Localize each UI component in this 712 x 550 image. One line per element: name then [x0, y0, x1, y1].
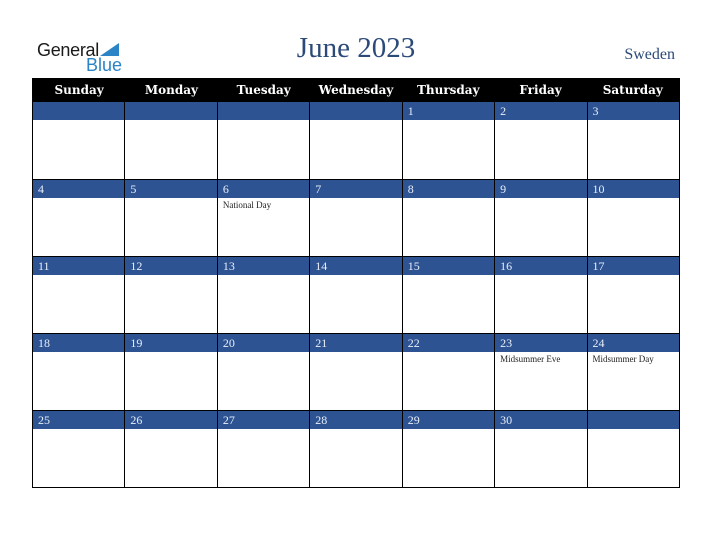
day-cell[interactable]: 15 — [402, 256, 496, 333]
weekday-tuesday: Tuesday — [236, 83, 291, 97]
week-row: 123 — [33, 102, 679, 179]
day-cell[interactable]: 22 — [402, 333, 496, 410]
day-number — [33, 102, 125, 120]
day-number: 28 — [310, 411, 402, 429]
day-number — [125, 102, 217, 120]
day-cell[interactable]: 20 — [217, 333, 311, 410]
day-number: 18 — [33, 334, 125, 352]
day-cell[interactable]: 1 — [402, 102, 496, 179]
country-label: Sweden — [624, 46, 675, 63]
day-number: 11 — [33, 257, 125, 275]
day-number: 4 — [33, 180, 125, 198]
calendar-grid: Sunday Monday Tuesday Wednesday Thursday… — [32, 78, 680, 488]
day-cell[interactable]: 8 — [402, 179, 496, 256]
day-number: 21 — [310, 334, 402, 352]
weekday-sunday: Sunday — [54, 83, 104, 97]
day-cell[interactable]: 7 — [310, 179, 403, 256]
day-number — [587, 411, 679, 429]
day-cell[interactable]: 19 — [125, 333, 218, 410]
day-cell[interactable]: 12 — [125, 256, 218, 333]
week-row: 18 19 20 21 22 23 Midsummer Eve 24 Midsummer Day — [33, 333, 679, 410]
day-cell[interactable] — [310, 102, 403, 179]
day-cell[interactable]: 27 — [217, 410, 311, 487]
day-cell[interactable]: 14 — [310, 256, 403, 333]
day-number: 16 — [495, 257, 587, 275]
day-number — [217, 102, 310, 120]
day-number: 1 — [402, 102, 495, 120]
day-cell[interactable] — [125, 102, 218, 179]
day-number: 10 — [587, 180, 679, 198]
holiday-label: Midsummer Day — [592, 354, 654, 364]
day-number: 26 — [125, 411, 217, 429]
weekday-thursday: Thursday — [416, 83, 480, 97]
day-number: 9 — [495, 180, 587, 198]
day-cell[interactable]: 21 — [310, 333, 403, 410]
day-number: 29 — [402, 411, 495, 429]
day-number: 12 — [125, 257, 217, 275]
day-cell[interactable]: 10 — [587, 179, 679, 256]
day-number: 25 — [33, 411, 125, 429]
week-row: 11 12 13 14 15 16 17 — [33, 256, 679, 333]
weeks-container: 1 2 3 4 5 6 National Day 7 8 9 10 11 12 13 14 15 16 17 18 1… — [33, 102, 679, 487]
day-cell[interactable]: 28 — [310, 410, 403, 487]
day-number: 22 — [402, 334, 495, 352]
day-cell[interactable]: 29 — [402, 410, 496, 487]
day-number: 14 — [310, 257, 402, 275]
day-cell[interactable] — [217, 102, 311, 179]
day-cell[interactable]: 11 — [33, 256, 126, 333]
week-row: 25 26 27 28 29 30 — [33, 410, 679, 487]
day-cell[interactable]: 16 — [495, 256, 588, 333]
day-number: 17 — [587, 257, 679, 275]
day-cell[interactable]: 3 — [587, 102, 679, 179]
day-number — [310, 102, 402, 120]
day-cell[interactable]: 13 — [217, 256, 311, 333]
day-cell[interactable] — [33, 102, 126, 179]
calendar-title: June 2023 — [296, 32, 416, 64]
day-number: 27 — [217, 411, 310, 429]
day-number: 3 — [587, 102, 679, 120]
day-number: 30 — [495, 411, 587, 429]
day-number: 19 — [125, 334, 217, 352]
day-cell[interactable]: 2 — [495, 102, 588, 179]
day-number: 6 — [217, 180, 310, 198]
day-number: 15 — [402, 257, 495, 275]
day-cell[interactable]: 24 Midsummer Day — [587, 333, 679, 410]
weekday-saturday: Saturday — [602, 83, 663, 97]
holiday-label: Midsummer Eve — [500, 354, 561, 364]
day-cell[interactable]: 25 — [33, 410, 126, 487]
week-row: 4 5 6 National Day 7 8 9 10 — [33, 179, 679, 256]
day-cell[interactable]: 6 National Day — [217, 179, 311, 256]
weekday-wednesday: Wednesday — [318, 83, 394, 97]
day-cell[interactable]: 5 — [125, 179, 218, 256]
day-number: 24 — [587, 334, 679, 352]
day-cell[interactable]: 26 — [125, 410, 218, 487]
day-cell[interactable]: 9 — [495, 179, 588, 256]
day-cell[interactable]: 17 — [587, 256, 679, 333]
weekday-friday: Friday — [519, 83, 562, 97]
day-cell[interactable] — [587, 410, 679, 487]
day-number: 2 — [495, 102, 587, 120]
day-number: 20 — [217, 334, 310, 352]
day-cell[interactable]: 23 Midsummer Eve — [495, 333, 588, 410]
day-number: 13 — [217, 257, 310, 275]
day-cell[interactable]: 30 — [495, 410, 588, 487]
day-cell[interactable]: 4 — [33, 179, 126, 256]
weekday-monday: Monday — [144, 83, 198, 97]
day-number: 23 — [495, 334, 587, 352]
day-number: 5 — [125, 180, 217, 198]
weekday-header: Sunday Monday Tuesday Wednesday Thursday… — [33, 79, 679, 102]
day-cell[interactable]: 18 — [33, 333, 126, 410]
holiday-label: National Day — [222, 200, 272, 210]
day-number: 8 — [402, 180, 495, 198]
day-number: 7 — [310, 180, 402, 198]
